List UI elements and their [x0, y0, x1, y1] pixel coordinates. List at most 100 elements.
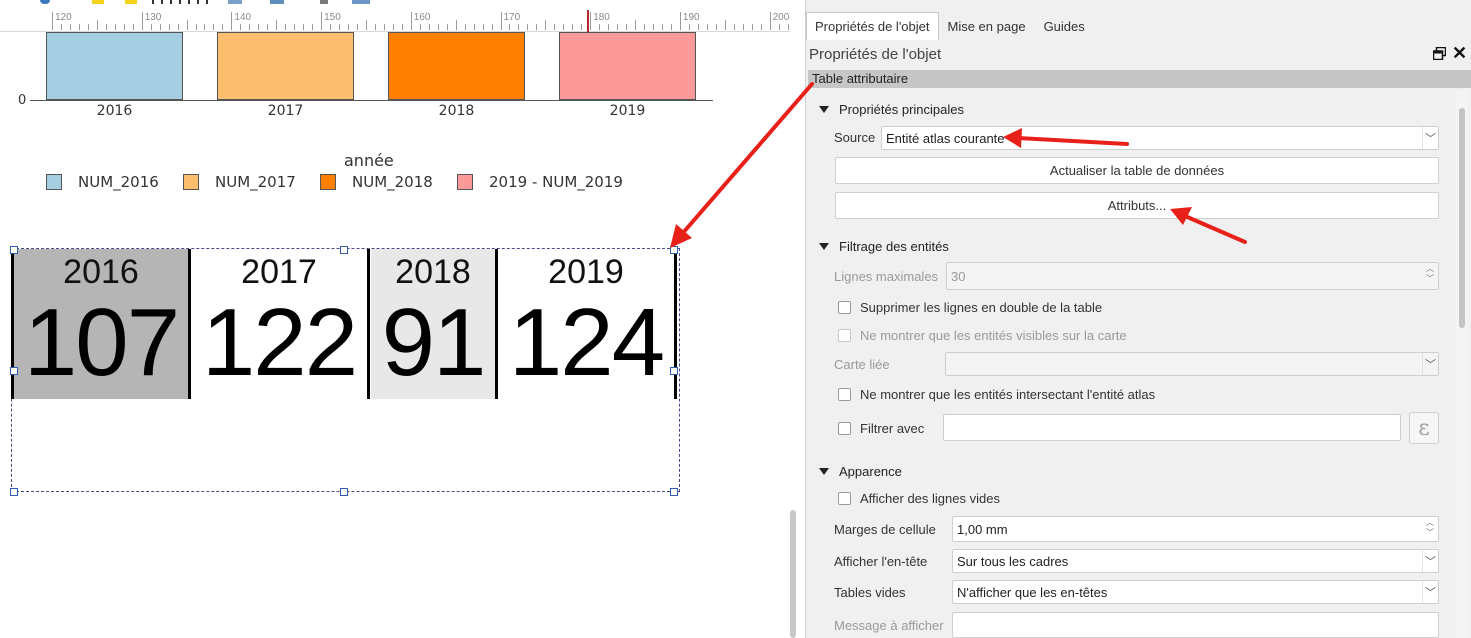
show-empty-rows-checkbox[interactable] — [838, 492, 851, 505]
ruler-minor-tick — [195, 24, 197, 30]
ruler-minor-tick — [491, 24, 493, 30]
checkbox-label: Ne montrer que les entités visibles sur … — [860, 328, 1127, 343]
table-header-cell: 2016 — [63, 253, 139, 291]
filter-with-row[interactable]: Filtrer avec — [838, 421, 924, 436]
section-appearance[interactable]: Apparence — [819, 464, 902, 479]
message-input[interactable] — [952, 612, 1439, 638]
table-header-cell: 2019 — [548, 253, 624, 291]
chart-bar[interactable] — [388, 32, 525, 100]
toolbar-icon[interactable] — [152, 0, 212, 4]
section-feature-filtering[interactable]: Filtrage des entités — [819, 239, 949, 254]
table-column[interactable]: 2018 91 — [371, 249, 498, 399]
resize-handle[interactable] — [670, 488, 678, 496]
toolbar-icon[interactable] — [228, 0, 242, 4]
ruler-minor-tick — [599, 24, 601, 30]
intersecting-only-row[interactable]: Ne montrer que les entités intersectant … — [838, 387, 1155, 402]
resize-handle[interactable] — [670, 367, 678, 375]
legend-label: NUM_2018 — [352, 173, 433, 191]
toolbar-icon[interactable] — [270, 0, 284, 4]
show-header-value: Sur tous les cadres — [957, 553, 1069, 569]
table-header-cell: 2017 — [241, 253, 317, 291]
ruler-minor-tick — [518, 24, 520, 30]
toolbar-icon[interactable] — [92, 0, 104, 4]
collapse-triangle-icon — [819, 243, 829, 250]
show-empty-rows-row[interactable]: Afficher des lignes vides — [838, 491, 1000, 506]
toolbar-icon[interactable] — [320, 0, 328, 4]
ruler-minor-tick — [294, 24, 296, 30]
toolbar-icon[interactable] — [40, 0, 50, 4]
tab-item-properties[interactable]: Propriétés de l'objet — [806, 12, 939, 40]
ruler-minor-tick — [751, 24, 753, 30]
ruler-minor-tick — [312, 24, 314, 30]
ruler-minor-tick — [186, 20, 188, 30]
resize-handle[interactable] — [670, 246, 678, 254]
intersecting-only-checkbox[interactable] — [838, 388, 851, 401]
panel-scrollbar[interactable] — [1456, 90, 1468, 638]
table-column[interactable]: 2016 107 — [11, 249, 191, 399]
attributes-button[interactable]: Attributs... — [835, 192, 1439, 219]
chart-bar[interactable] — [217, 32, 354, 100]
ruler-minor-tick — [69, 24, 71, 30]
chart-bar[interactable] — [559, 32, 696, 100]
ruler-minor-tick — [330, 24, 332, 30]
scrollbar-thumb[interactable] — [1459, 108, 1465, 328]
ruler-minor-tick — [733, 24, 735, 30]
ruler-minor-tick — [661, 24, 663, 30]
remove-duplicates-row[interactable]: Supprimer les lignes en double de la tab… — [838, 300, 1102, 315]
section-main-properties[interactable]: Propriétés principales — [819, 102, 964, 117]
message-label: Message à afficher — [834, 618, 944, 633]
max-rows-spinbox[interactable]: 30 ︿ ﹀ — [946, 262, 1439, 290]
source-label: Source — [834, 130, 876, 145]
ruler-minor-tick — [473, 24, 475, 30]
table-column[interactable]: 2017 122 — [191, 249, 370, 399]
ruler-minor-tick — [168, 24, 170, 30]
resize-handle[interactable] — [340, 246, 348, 254]
ruler-minor-tick — [455, 20, 457, 30]
cell-margins-spinbox[interactable]: 1,00 mm ︿ ﹀ — [952, 516, 1439, 542]
tab-guides[interactable]: Guides — [1035, 12, 1094, 40]
ruler-minor-tick — [419, 24, 421, 30]
legend-swatch — [457, 174, 473, 190]
expression-builder-button[interactable]: ε — [1409, 412, 1439, 444]
ruler-minor-tick — [339, 24, 341, 30]
close-icon[interactable]: ✕ — [1452, 44, 1467, 62]
linked-map-dropdown[interactable]: ﹀ — [945, 352, 1439, 376]
refresh-table-button[interactable]: Actualiser la table de données — [835, 157, 1439, 184]
ruler-minor-tick — [760, 24, 762, 30]
chart-bar[interactable] — [46, 32, 183, 100]
section-title: Filtrage des entités — [839, 239, 949, 254]
ruler-minor-tick — [356, 24, 358, 30]
layout-canvas[interactable]: 120 130 140 150 160 170 180 190 200 2016 2017 2018… — [0, 0, 805, 638]
ruler-minor-tick — [608, 24, 610, 30]
filter-with-checkbox[interactable] — [838, 422, 851, 435]
filter-expression-input[interactable] — [943, 414, 1401, 441]
canvas-scrollbar[interactable] — [790, 510, 796, 638]
ruler-minor-tick — [724, 20, 726, 30]
table-header-cell: 2018 — [395, 253, 471, 291]
source-dropdown[interactable]: Entité atlas courante ﹀ — [881, 126, 1439, 150]
show-header-dropdown[interactable]: Sur tous les cadres ﹀ — [952, 549, 1439, 573]
toolbar-icon[interactable] — [125, 0, 137, 4]
remove-duplicates-checkbox[interactable] — [838, 301, 851, 314]
ruler-minor-tick — [401, 24, 403, 30]
empty-tables-value: N'afficher que les en-têtes — [957, 584, 1108, 600]
section-title: Propriétés principales — [839, 102, 965, 117]
chevron-down-icon: ﹀ — [1422, 581, 1438, 603]
table-column[interactable]: 2019 124 — [498, 249, 677, 399]
ruler-minor-tick — [446, 24, 448, 30]
resize-handle[interactable] — [340, 488, 348, 496]
toolbar-icon[interactable] — [352, 0, 370, 4]
resize-handle[interactable] — [10, 246, 18, 254]
spin-arrows-icon: ︿ ﹀ — [1426, 264, 1434, 283]
float-panel-icon[interactable] — [1433, 47, 1446, 60]
resize-handle[interactable] — [10, 488, 18, 496]
visible-only-row[interactable]: Ne montrer que les entités visibles sur … — [838, 328, 1127, 343]
ruler-minor-tick — [348, 24, 349, 30]
resize-handle[interactable] — [10, 367, 18, 375]
legend-entry: NUM_2018 — [320, 172, 433, 192]
empty-tables-dropdown[interactable]: N'afficher que les en-têtes ﹀ — [952, 580, 1439, 604]
checkbox-label: Supprimer les lignes en double de la tab… — [860, 300, 1103, 315]
visible-only-checkbox[interactable] — [838, 329, 851, 342]
ruler-minor-tick — [78, 24, 80, 30]
tab-layout[interactable]: Mise en page — [939, 12, 1035, 40]
